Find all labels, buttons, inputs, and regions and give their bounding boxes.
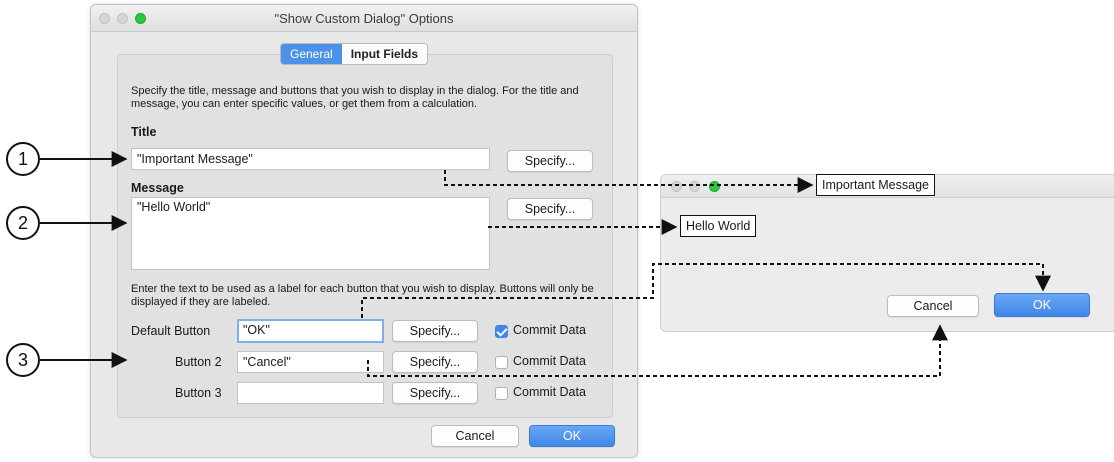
connector-arrows <box>40 151 1051 377</box>
title-mapping-arrow <box>444 170 814 193</box>
ok-mapping-arrow <box>361 263 1051 318</box>
cancel-mapping-arrow <box>367 324 948 377</box>
